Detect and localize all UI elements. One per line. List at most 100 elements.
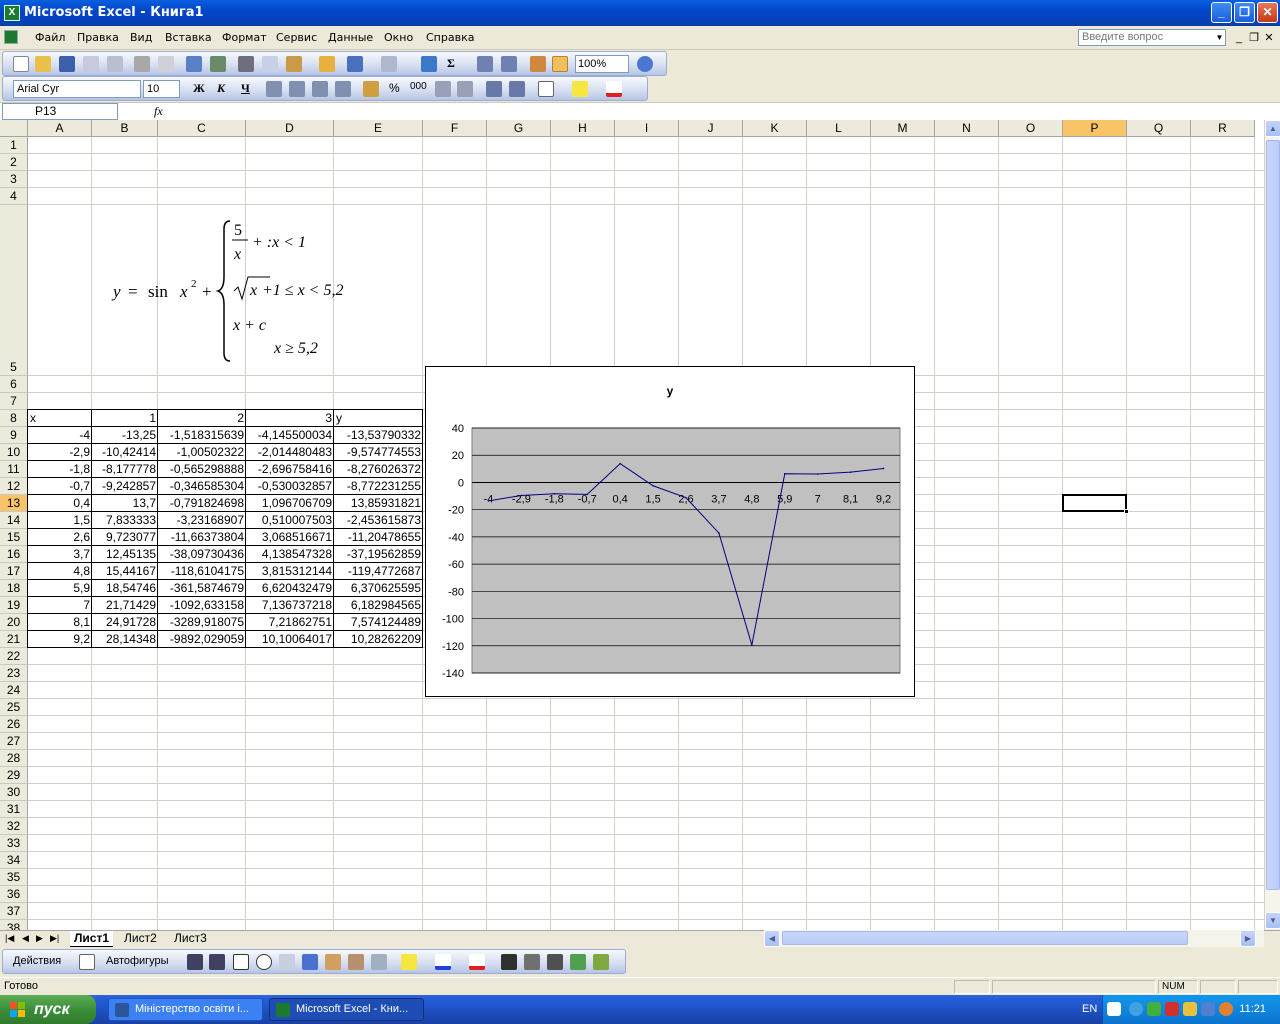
table-cell[interactable]: 3,068516671 — [246, 529, 334, 546]
doc-restore-button[interactable]: ❐ — [1247, 31, 1261, 45]
table-cell[interactable]: -9892,029059 — [158, 631, 246, 648]
menu-file[interactable]: Файл — [35, 31, 65, 44]
row-header-9[interactable]: 9 — [0, 427, 28, 444]
table-cell[interactable]: 7 — [28, 597, 92, 614]
sheet-tab-2[interactable]: Лист2 — [120, 931, 161, 947]
sheet-tab-3[interactable]: Лист3 — [170, 931, 211, 947]
scroll-down-button[interactable]: ▼ — [1265, 912, 1280, 929]
table-cell[interactable]: 7,21862751 — [246, 614, 334, 631]
task-excel[interactable]: Microsoft Excel - Кни... — [269, 998, 424, 1021]
row-header-38[interactable]: 38 — [0, 920, 28, 930]
align-right-icon[interactable] — [312, 81, 328, 97]
table-cell[interactable]: 3,815312144 — [246, 563, 334, 580]
column-header-l[interactable]: L — [807, 120, 871, 137]
column-header-e[interactable]: E — [334, 120, 423, 137]
table-cell[interactable]: -8,177778 — [92, 461, 158, 478]
borders-icon[interactable] — [538, 81, 554, 97]
column-header-c[interactable]: C — [158, 120, 246, 137]
merge-center-icon[interactable] — [335, 81, 351, 97]
cut-icon[interactable] — [238, 56, 254, 72]
underline-button[interactable]: Ч — [241, 81, 250, 96]
prev-sheet-button[interactable]: ◀ — [22, 933, 29, 944]
permission-icon[interactable] — [83, 56, 99, 72]
textbox-icon[interactable] — [279, 954, 295, 970]
increase-decimal-icon[interactable] — [435, 81, 451, 97]
menu-insert[interactable]: Вставка — [165, 31, 212, 44]
scroll-up-button[interactable]: ▲ — [1265, 120, 1280, 137]
row-header-30[interactable]: 30 — [0, 784, 28, 801]
table-cell[interactable]: 3,7 — [28, 546, 92, 563]
select-all-corner[interactable] — [0, 120, 28, 137]
row-header-28[interactable]: 28 — [0, 750, 28, 767]
table-cell[interactable]: -2,696758416 — [246, 461, 334, 478]
row-header-10[interactable]: 10 — [0, 444, 28, 461]
table-cell[interactable]: -119,4772687 — [334, 563, 423, 580]
table-cell[interactable]: 15,44167 — [92, 563, 158, 580]
next-sheet-button[interactable]: ▶ — [36, 933, 43, 944]
draw-fill-color-icon[interactable] — [401, 954, 417, 970]
dash-style-icon[interactable] — [524, 954, 540, 970]
table-cell[interactable]: -2,014480483 — [246, 444, 334, 461]
table-cell[interactable]: -1,8 — [28, 461, 92, 478]
wordart-icon[interactable] — [302, 954, 318, 970]
restore-button[interactable]: ❐ — [1234, 2, 1255, 23]
row-header-27[interactable]: 27 — [0, 733, 28, 750]
vertical-scrollbar[interactable]: ▲ ▼ — [1264, 120, 1280, 930]
menu-view[interactable]: Вид — [130, 31, 152, 44]
table-cell[interactable]: 6,182984565 — [334, 597, 423, 614]
update-tray-icon[interactable] — [1147, 1002, 1161, 1016]
table-cell[interactable]: 13,85931821 — [334, 495, 423, 512]
autosum-icon[interactable]: Σ — [447, 56, 455, 71]
table-cell[interactable]: -2,453615873 — [334, 512, 423, 529]
save-icon[interactable] — [59, 56, 75, 72]
row-header-37[interactable]: 37 — [0, 903, 28, 920]
decrease-decimal-icon[interactable] — [457, 81, 473, 97]
table-cell[interactable]: 7,574124489 — [334, 614, 423, 631]
drawing-icon[interactable] — [552, 56, 568, 72]
help-icon[interactable] — [637, 56, 653, 72]
app-tray-icon[interactable] — [1201, 1002, 1215, 1016]
table-cell[interactable]: 9,723077 — [92, 529, 158, 546]
row-header-1[interactable]: 1 — [0, 137, 28, 154]
table-cell[interactable]: 5,9 — [28, 580, 92, 597]
column-header-q[interactable]: Q — [1127, 120, 1191, 137]
autoshapes-menu[interactable]: Автофигуры — [106, 955, 169, 967]
row-header-7[interactable]: 7 — [0, 393, 28, 410]
font-color-icon[interactable] — [606, 81, 622, 97]
table-header-cell[interactable]: 3 — [246, 410, 334, 427]
table-cell[interactable]: -8,772231255 — [334, 478, 423, 495]
document-icon[interactable] — [4, 30, 18, 44]
table-cell[interactable]: -118,6104175 — [158, 563, 246, 580]
column-header-j[interactable]: J — [679, 120, 743, 137]
table-cell[interactable]: -13,53790332 — [334, 427, 423, 444]
chart-plot-area[interactable] — [471, 427, 901, 674]
excel-app-icon[interactable]: X — [4, 5, 20, 21]
row-header-12[interactable]: 12 — [0, 478, 28, 495]
column-header-i[interactable]: I — [615, 120, 679, 137]
clipart-icon[interactable] — [348, 954, 364, 970]
table-cell[interactable]: 9,2 — [28, 631, 92, 648]
open-icon[interactable] — [35, 56, 51, 72]
row-header-36[interactable]: 36 — [0, 886, 28, 903]
line-chart[interactable]: y 40 20 0 -20 -40 -60 -80 -100 -120 -140 -4 -2,9 -1,8… — [425, 366, 915, 697]
copy-icon[interactable] — [262, 56, 278, 72]
help-tray-icon[interactable] — [1107, 1002, 1121, 1016]
thousands-button[interactable]: 000 — [410, 81, 427, 92]
table-cell[interactable]: 8,1 — [28, 614, 92, 631]
table-cell[interactable]: 1,5 — [28, 512, 92, 529]
table-cell[interactable]: 0,510007503 — [246, 512, 334, 529]
sort-ascending-icon[interactable] — [477, 56, 493, 72]
currency-icon[interactable] — [363, 81, 379, 97]
sheet-tab-1[interactable]: Лист1 — [70, 931, 114, 947]
rectangle-icon[interactable] — [233, 954, 249, 970]
arrow-icon[interactable] — [209, 954, 225, 970]
print-preview-icon[interactable] — [158, 56, 174, 72]
table-header-cell[interactable]: x — [28, 410, 92, 427]
menu-help[interactable]: Справка — [426, 31, 474, 44]
column-header-h[interactable]: H — [551, 120, 615, 137]
table-header-cell[interactable]: y — [334, 410, 423, 427]
line-icon[interactable] — [187, 954, 203, 970]
zoom-select[interactable]: 100% — [575, 55, 629, 73]
network-tray-icon[interactable] — [1129, 1002, 1143, 1016]
row-header-25[interactable]: 25 — [0, 699, 28, 716]
